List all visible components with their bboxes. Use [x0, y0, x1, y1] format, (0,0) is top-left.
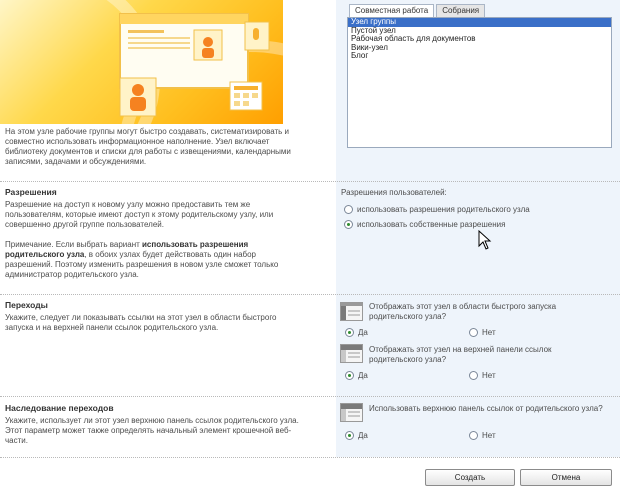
template-item-blog[interactable]: Блог: [348, 51, 611, 61]
inherit-top-link-bar-icon: [340, 403, 363, 422]
section-divider: [0, 396, 620, 397]
navigation-title: Переходы: [5, 300, 48, 310]
radio-inherit-permissions-label: использовать разрешения родительского уз…: [357, 205, 530, 214]
radio-quick-launch-no-circle[interactable]: [469, 328, 478, 337]
template-tabs: Совместная работа Собрания: [349, 4, 487, 18]
radio-top-link-bar-no[interactable]: Нет: [469, 370, 496, 381]
permissions-note-prefix: Примечание. Если выбрать вариант: [5, 240, 142, 249]
section-divider: [0, 457, 620, 458]
tab-collaboration[interactable]: Совместная работа: [349, 4, 435, 18]
navigation-text: Укажите, следует ли показывать ссылки на…: [5, 313, 277, 332]
template-listbox[interactable]: Узел группы Пустой узел Рабочая область …: [347, 17, 612, 148]
radio-inherit-nav-yes[interactable]: Да: [345, 430, 368, 441]
radio-inherit-nav-yes-circle[interactable]: [345, 431, 354, 440]
radio-inherit-permissions[interactable]: использовать разрешения родительского уз…: [344, 204, 530, 215]
template-description: На этом узле рабочие группы могут быстро…: [5, 127, 291, 166]
mouse-cursor-icon: [478, 230, 492, 250]
radio-inherit-permissions-circle[interactable]: [344, 205, 353, 214]
radio-quick-launch-yes[interactable]: Да: [345, 327, 368, 338]
radio-quick-launch-no[interactable]: Нет: [469, 327, 496, 338]
cancel-button[interactable]: Отмена: [520, 469, 612, 486]
radio-inherit-nav-no-label: Нет: [482, 431, 496, 440]
create-button[interactable]: Создать: [425, 469, 515, 486]
permissions-text: Разрешение на доступ к новому узлу можно…: [5, 200, 274, 229]
radio-quick-launch-yes-circle[interactable]: [345, 328, 354, 337]
template-item-wiki-site[interactable]: Вики-узел: [348, 43, 611, 53]
radio-inherit-nav-yes-label: Да: [358, 431, 368, 440]
quick-launch-question: Отображать этот узел в области быстрого …: [369, 302, 557, 321]
radio-top-link-bar-yes-label: Да: [358, 371, 368, 380]
quick-launch-icon: [340, 302, 363, 321]
radio-inherit-nav-no-circle[interactable]: [469, 431, 478, 440]
top-link-bar-icon: [340, 344, 363, 363]
template-preview-image: [0, 0, 283, 124]
permissions-title: Разрешения: [5, 187, 57, 197]
radio-quick-launch-yes-label: Да: [358, 328, 368, 337]
radio-unique-permissions-label: использовать собственные разрешения: [357, 220, 506, 229]
top-link-bar-question: Отображать этот узел на верхней панели с…: [369, 345, 552, 364]
user-permissions-label: Разрешения пользователей:: [341, 188, 447, 197]
tab-meetings[interactable]: Собрания: [436, 4, 486, 17]
radio-unique-permissions[interactable]: использовать собственные разрешения: [344, 219, 505, 230]
radio-quick-launch-no-label: Нет: [482, 328, 496, 337]
radio-top-link-bar-no-label: Нет: [482, 371, 496, 380]
radio-top-link-bar-yes-circle[interactable]: [345, 371, 354, 380]
radio-top-link-bar-yes[interactable]: Да: [345, 370, 368, 381]
navigation-inheritance-title: Наследование переходов: [5, 403, 114, 413]
radio-unique-permissions-circle[interactable]: [344, 220, 353, 229]
radio-inherit-nav-no[interactable]: Нет: [469, 430, 496, 441]
section-divider: [0, 294, 620, 295]
section-divider: [0, 181, 620, 182]
inherit-top-link-bar-question: Использовать верхнюю панель ссылок от ро…: [369, 404, 603, 413]
radio-top-link-bar-no-circle[interactable]: [469, 371, 478, 380]
navigation-inheritance-text: Укажите, использует ли этот узел верхнюю…: [5, 416, 299, 445]
permissions-note: Примечание. Если выбрать вариант использ…: [5, 240, 300, 280]
